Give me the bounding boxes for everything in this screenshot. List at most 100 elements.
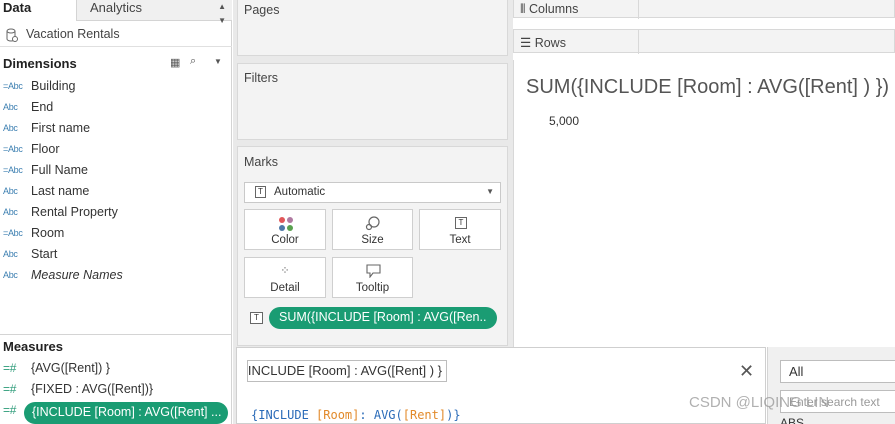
dimension-label: Last name [31,184,90,198]
close-icon[interactable]: ✕ [739,361,754,382]
dimension-label: Building [31,79,76,93]
dimension-field[interactable]: Abc End [0,99,232,120]
color-icon [279,217,293,231]
measure-field[interactable]: =# {AVG([Rent]) } [0,360,232,381]
dimension-label: Rental Property [31,205,118,219]
field-type-icon: Abc [3,249,18,259]
dimension-field[interactable]: =Abc Floor [0,141,232,162]
field-type-icon: =# [3,382,17,396]
text-icon: T [455,217,467,229]
field-type-icon: Abc [3,123,18,133]
columns-label: Columns [529,2,579,16]
tab-analytics[interactable]: Analytics ▲ ▼ [76,0,232,25]
dimensions-header: Dimensions [3,56,77,71]
calc-editor: {INCLUDE [Room] : AVG([Rent] ) } ✕ {INCL… [236,347,766,424]
size-label: Size [361,234,384,246]
measure-field[interactable]: =# {FIXED : AVG([Rent])} [0,381,232,402]
pane-tabs: Data Analytics ▲ ▼ [0,0,232,25]
field-type-icon: =# [3,361,17,375]
rows-icon: ☰ [520,36,532,50]
dimension-field[interactable]: Abc Start [0,246,232,267]
dimension-field[interactable]: =Abc Room [0,225,232,246]
tooltip-icon [366,264,381,278]
field-type-icon: Abc [3,270,18,280]
tab-data[interactable]: Data [0,0,76,21]
function-list-item[interactable]: ABS [780,416,804,424]
dimension-label: Measure Names [31,268,123,282]
dimension-label: Full Name [31,163,88,177]
measure-label: {INCLUDE [Room] : AVG([Rent] ... [32,405,222,419]
dimension-field[interactable]: Abc First name [0,120,232,141]
columns-shelf[interactable]: ⦀ Columns [513,0,895,19]
detail-label: Detail [270,282,300,294]
datasource-label: Vacation Rentals [26,27,120,41]
marks-measure-pill[interactable]: SUM({INCLUDE [Room] : AVG([Ren.. [269,307,497,329]
dimension-field[interactable]: Abc Measure Names [0,267,232,288]
text-label: Text [449,234,471,246]
dimension-label: Room [31,226,65,240]
dimension-label: Floor [31,142,60,156]
code-token: : AVG( [359,408,403,422]
color-label: Color [271,234,299,246]
chevron-down-icon: ▼ [486,187,494,196]
dimension-field[interactable]: =Abc Building [0,78,232,99]
dimension-field[interactable]: Abc Rental Property [0,204,232,225]
watermark: CSDN @LIQING LIN [689,394,830,411]
field-type-icon: =# [3,403,17,417]
functions-pane: All Enter search text ABS [767,347,895,424]
calc-code[interactable]: {INCLUDE [Room]: AVG([Rent])} [251,408,461,422]
text-encoding-icon[interactable]: T [250,312,263,324]
field-type-icon: =Abc [3,81,23,91]
function-filter-dropdown[interactable]: All [780,360,895,383]
dimension-label: First name [31,121,91,135]
pages-shelf[interactable]: Pages [237,0,508,56]
dimensions-menu-icon[interactable]: ▼ [214,57,222,66]
filters-shelf[interactable]: Filters [237,63,508,140]
search-icon[interactable]: ⌕ [190,55,196,68]
dimension-field[interactable]: Abc Last name [0,183,232,204]
selected-measure-pill[interactable]: {INCLUDE [Room] : AVG([Rent] ... [24,402,228,424]
size-button[interactable]: Size [332,209,413,250]
measure-label: {AVG([Rent]) } [31,361,110,375]
dimension-label: End [31,100,54,114]
rows-shelf[interactable]: ☰ Rows [513,29,895,54]
detail-button[interactable]: ⁘ Detail [244,257,326,298]
marks-pill-label: SUM({INCLUDE [Room] : AVG([Ren.. [279,310,487,324]
measures-header: Measures [3,339,63,354]
code-token: )} [446,408,461,422]
viz-title: SUM({INCLUDE [Room] : AVG([Rent] ) }) [526,76,890,98]
measure-field[interactable]: =# {INCLUDE [Room] : AVG([Rent] ... [0,402,232,424]
mark-type-dropdown[interactable]: T Automatic ▼ [244,182,501,203]
viz-area: SUM({INCLUDE [Room] : AVG([Rent] ) }) 5,… [513,60,895,348]
filters-label: Filters [244,71,279,85]
size-icon [365,216,380,231]
text-button[interactable]: T Text [419,209,501,250]
columns-label-wrap: ⦀ Columns [520,2,578,17]
columns-icon: ⦀ [520,2,526,16]
divider [0,334,232,335]
field-type-icon: Abc [3,186,18,196]
viz-value: 5,000 [549,114,580,128]
view-list-icon[interactable]: ▦ [170,56,180,69]
datasource-item[interactable]: Vacation Rentals [0,24,232,46]
field-type-icon: =Abc [3,228,23,238]
tooltip-button[interactable]: Tooltip [332,257,413,298]
tooltip-label: Tooltip [355,282,390,294]
function-filter-value: All [789,364,804,379]
tab-analytics-label: Analytics [90,0,143,15]
rows-label: Rows [534,36,566,50]
code-token: [Rent] [402,408,447,422]
measure-label: {FIXED : AVG([Rent])} [31,382,154,396]
pages-label: Pages [244,3,280,17]
color-button[interactable]: Color [244,209,326,250]
data-pane: Data Analytics ▲ ▼ Vacation Rentals Dimen… [0,0,232,424]
calc-name-field[interactable]: {INCLUDE [Room] : AVG([Rent] ) } [247,360,447,382]
dimension-field[interactable]: =Abc Full Name [0,162,232,183]
divider [638,0,639,19]
field-type-icon: =Abc [3,165,23,175]
text-mark-icon: T [255,186,266,198]
field-type-icon: Abc [3,102,18,112]
dimension-label: Start [31,247,58,261]
mark-type-value: Automatic [274,186,326,198]
code-token: [Room] [316,408,360,422]
